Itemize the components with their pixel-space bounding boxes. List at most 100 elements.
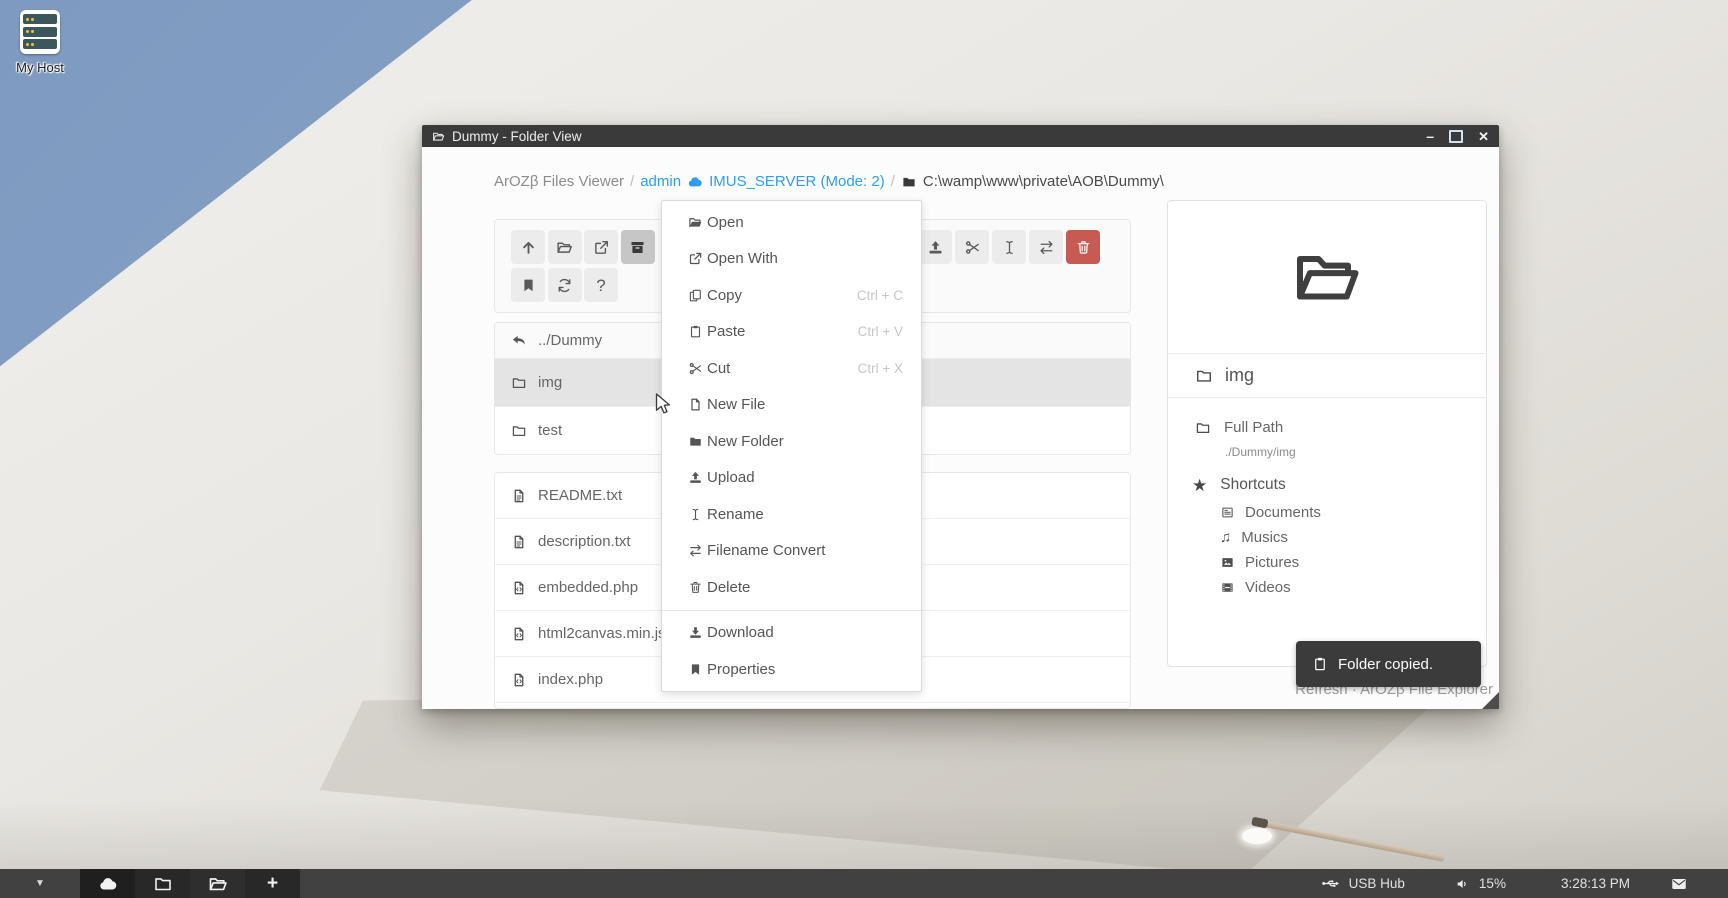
reply-icon <box>511 333 527 349</box>
refresh-button[interactable] <box>548 268 582 302</box>
delete-button[interactable] <box>1066 230 1100 264</box>
menu-item-label: Paste <box>707 323 745 340</box>
full-path-value: ./Dummy/img <box>1168 445 1486 459</box>
up-directory-button[interactable] <box>511 230 545 264</box>
menu-item-icon <box>683 507 707 522</box>
menu-item-label: Upload <box>707 469 755 486</box>
breadcrumb-path: C:\wamp\www\private\AOB\Dummy\ <box>923 173 1164 190</box>
zip-button[interactable] <box>621 230 655 264</box>
menu-item-icon <box>683 625 707 640</box>
toolbar-group-left <box>511 230 655 264</box>
folder-icon <box>1195 420 1211 436</box>
menu-delete[interactable]: Delete <box>662 569 921 606</box>
shortcuts-header: ★ Shortcuts <box>1168 476 1486 494</box>
shortcut-musics[interactable]: ♫ Musics <box>1220 525 1486 550</box>
shortcuts-list: Documents ♫ Musics Pictures Videos <box>1168 500 1486 600</box>
menu-item-label: Filename Convert <box>707 542 825 559</box>
details-preview <box>1168 201 1486 354</box>
breadcrumb-separator: / <box>630 173 634 190</box>
usb-tray-item[interactable]: USB Hub <box>1320 873 1405 894</box>
toast-text: Folder copied. <box>1338 656 1433 673</box>
menu-open-with[interactable]: Open With <box>662 241 921 278</box>
server-bar <box>23 14 57 24</box>
filename-convert-button[interactable] <box>1029 230 1063 264</box>
speaker-icon <box>1455 876 1471 892</box>
taskbar-app-new[interactable]: + <box>245 869 300 898</box>
file-icon <box>511 672 527 688</box>
menu-item-label: Properties <box>707 661 775 678</box>
server-bar <box>23 39 57 49</box>
menu-item-icon <box>683 580 707 595</box>
menu-new-file[interactable]: New File <box>662 387 921 424</box>
volume-tray-item[interactable]: 15% <box>1455 876 1506 892</box>
shortcut-pictures[interactable]: Pictures <box>1220 550 1486 575</box>
window-titlebar[interactable]: Dummy - Folder View – ✕ <box>422 125 1499 147</box>
toolbar-group-row2: ? <box>511 268 618 302</box>
minimize-button[interactable]: – <box>1426 129 1434 143</box>
system-tray: USB Hub 15% 3:28:13 PM <box>1320 869 1728 898</box>
breadcrumb-server[interactable]: IMUS_SERVER (Mode: 2) <box>709 173 885 190</box>
menu-item-label: Delete <box>707 579 750 596</box>
window-content: ArOZβ Files Viewer / admin IMUS_SERVER (… <box>422 147 1499 709</box>
toolbar-button-icon <box>556 277 573 294</box>
maximize-button[interactable] <box>1449 130 1463 143</box>
window-resize-handle[interactable] <box>1482 692 1499 709</box>
folder-icon <box>511 423 527 439</box>
taskbar-app-cloud[interactable] <box>80 869 135 898</box>
shortcut-videos[interactable]: Videos <box>1220 575 1486 600</box>
toolbar-button-icon <box>520 239 537 256</box>
folder-row-label: img <box>538 374 562 391</box>
file-icon <box>511 626 527 642</box>
file-row-label: index.php <box>538 671 603 688</box>
desktop-wallpaper-dim <box>0 799 1728 869</box>
rename-button[interactable] <box>992 230 1026 264</box>
usb-icon <box>1320 873 1341 894</box>
file-icon <box>511 580 527 596</box>
shortcut-documents[interactable]: Documents <box>1220 500 1486 525</box>
menu-new-folder[interactable]: New Folder <box>662 423 921 460</box>
shortcut-icon <box>1220 505 1235 520</box>
menu-filename-convert[interactable]: Filename Convert <box>662 533 921 570</box>
desktop-icon-my-host[interactable]: My Host <box>0 10 80 75</box>
toolbar-button-icon <box>1075 239 1092 256</box>
cut-button[interactable] <box>955 230 989 264</box>
properties-button[interactable] <box>511 268 545 302</box>
toolbar-button-icon <box>593 239 610 256</box>
shortcut-icon: ♫ <box>1220 530 1231 545</box>
details-name-row: img <box>1168 354 1486 398</box>
folder-row-label: test <box>538 422 562 439</box>
clock[interactable]: 3:28:13 PM <box>1561 876 1630 891</box>
menu-cut[interactable]: Cut Ctrl + X <box>662 350 921 387</box>
taskbar-app-folder-open[interactable] <box>190 869 245 898</box>
messages-tray-item[interactable] <box>1670 875 1688 893</box>
menu-rename[interactable]: Rename <box>662 496 921 533</box>
clock-time: 3:28:13 PM <box>1561 876 1630 891</box>
file-row-label: html2canvas.min.js <box>538 625 666 642</box>
volume-level: 15% <box>1479 876 1506 891</box>
menu-copy[interactable]: Copy Ctrl + C <box>662 277 921 314</box>
menu-item-icon <box>683 397 707 412</box>
help-button[interactable]: ? <box>584 268 618 302</box>
menu-open[interactable]: Open <box>662 204 921 241</box>
open-with-button[interactable] <box>584 230 618 264</box>
folder-icon <box>1195 367 1213 385</box>
open-button[interactable] <box>548 230 582 264</box>
window-title: Dummy - Folder View <box>452 129 582 144</box>
menu-properties[interactable]: Properties <box>662 651 921 688</box>
menu-upload[interactable]: Upload <box>662 460 921 497</box>
file-icon <box>511 488 527 504</box>
close-button[interactable]: ✕ <box>1478 130 1489 143</box>
shortcut-label: Videos <box>1245 579 1291 596</box>
breadcrumb-user[interactable]: admin <box>640 173 681 190</box>
toolbar-button-icon <box>1038 239 1055 256</box>
menu-download[interactable]: Download <box>662 615 921 652</box>
taskbar-chevron-button[interactable]: ▼ <box>0 869 80 898</box>
taskbar-app-folder[interactable] <box>135 869 190 898</box>
upload-button[interactable] <box>918 230 952 264</box>
file-row-label: embedded.php <box>538 579 638 596</box>
chevron-down-icon: ▼ <box>35 879 45 889</box>
breadcrumb-app-name[interactable]: ArOZβ Files Viewer <box>494 173 624 190</box>
menu-item-shortcut: Ctrl + V <box>858 324 903 339</box>
taskbar-app-icon <box>98 874 118 894</box>
menu-paste[interactable]: Paste Ctrl + V <box>662 314 921 351</box>
